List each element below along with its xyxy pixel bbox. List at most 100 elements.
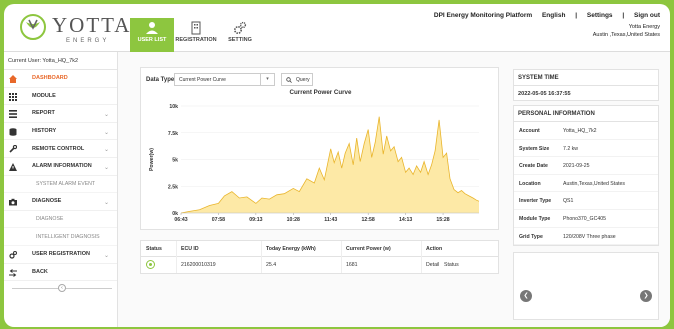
system-time-title: SYSTEM TIME [514, 70, 658, 86]
info-value: 2021-09-25 [563, 163, 590, 170]
top-header: YOTTA ENERGY USER LIST REGISTRATION SETT… [4, 4, 670, 52]
sidebar-item-back[interactable]: BACK [4, 264, 117, 282]
chevron-down-icon[interactable]: ⌄ [104, 146, 109, 153]
x-tick-label: 06:43 [174, 217, 187, 223]
data-type-select[interactable]: Current Power Curve ▾ [174, 73, 275, 86]
sidebar-item-remote-control[interactable]: REMOTE CONTROL ⌄ [4, 140, 117, 158]
sidebar-item-label: DIAGNOSE [32, 198, 62, 205]
nav-setting[interactable]: SETTING [218, 18, 262, 52]
info-value: Yotta_HQ_7k2 [563, 128, 597, 134]
language-link[interactable]: English [542, 12, 565, 19]
sign-out-link[interactable]: Sign out [634, 12, 660, 19]
sidebar-subitem-intelligent-diagnosis[interactable]: INTELLIGENT DIAGNOSIS [4, 228, 117, 246]
col-header-today-energy[interactable]: Today Energy (kWh) [266, 246, 316, 252]
sidebar-item-dashboard[interactable]: DASHBOARD [4, 70, 117, 88]
chevron-down-icon[interactable]: ⌄ [104, 129, 109, 136]
info-row-create-date: Create Date 2021-09-25 [514, 157, 658, 175]
col-header-ecu-id[interactable]: ECU ID [181, 246, 199, 252]
col-header-action[interactable]: Action [426, 246, 442, 252]
status-link[interactable]: Status [444, 262, 459, 268]
gears-icon [233, 21, 247, 35]
list-icon [9, 110, 17, 119]
info-label: Create Date [519, 163, 548, 170]
wrench-icon [9, 145, 17, 153]
logo[interactable]: YOTTA ENERGY [20, 12, 129, 48]
y-tick-label: 7.5k [168, 131, 178, 137]
x-tick-label: 15:28 [436, 217, 449, 223]
yotta-leaf-icon [20, 14, 46, 40]
carousel-next-button[interactable]: ❯ [640, 290, 652, 302]
nav-user-list-label: USER LIST [137, 37, 167, 43]
settings-link[interactable]: Settings [587, 12, 613, 19]
sidebar-item-report[interactable]: REPORT ⌄ [4, 105, 117, 123]
nav-user-list[interactable]: USER LIST [130, 18, 174, 52]
ecu-table: Status ECU ID Today Energy (kWh) Current… [140, 240, 499, 274]
sidebar-item-label: ALARM INFORMATION [32, 163, 92, 170]
sidebar-item-module[interactable]: MODULE [4, 88, 117, 106]
chevron-down-icon: ▾ [260, 74, 274, 85]
personal-info-panel: PERSONAL INFORMATION Account Yotta_HQ_7k2… [513, 105, 659, 246]
x-tick-label: 14:13 [399, 217, 412, 223]
info-row-location: Location Austin,Texas,United States [514, 175, 658, 193]
sidebar-item-label: HISTORY [32, 128, 57, 135]
carousel-prev-button[interactable]: ❮ [520, 290, 532, 302]
chevron-down-icon[interactable]: ⌄ [104, 164, 109, 171]
chevron-down-icon[interactable]: ⌄ [104, 111, 109, 118]
info-label: Location [519, 180, 541, 187]
detail-link[interactable]: Detail [426, 262, 439, 268]
image-carousel: ❮ ❯ [513, 252, 659, 320]
data-type-label: Data Type [146, 77, 175, 83]
col-header-status[interactable]: Status [146, 246, 162, 252]
info-value: 120/208V Three phase [563, 233, 616, 240]
search-icon [286, 77, 292, 83]
logo-subtitle: ENERGY [66, 38, 110, 44]
personal-info-title: PERSONAL INFORMATION [514, 106, 658, 122]
ecu-id-cell: 216200010319 [181, 262, 216, 268]
chart-panel: 0k 2.5k 5k 7.5k 10k Power(w) 06:43 07:58 09:13 10… [140, 67, 499, 230]
col-header-current-power[interactable]: Current Power (w) [346, 246, 391, 252]
app-frame: YOTTA ENERGY USER LIST REGISTRATION SETT… [4, 4, 670, 327]
x-tick-label: 11:43 [324, 217, 337, 223]
separator: | [575, 12, 578, 19]
info-row-inverter-type: Inverter Type QS1 [514, 192, 658, 210]
warning-icon [9, 162, 17, 171]
chevron-down-icon[interactable]: ⌄ [104, 199, 109, 206]
camera-icon [9, 198, 17, 206]
separator: | [622, 12, 625, 19]
x-tick-label: 10:28 [287, 217, 300, 223]
info-label: Account [519, 128, 540, 134]
sidebar: Current User: Yotta_HQ_7k2 DASHBOARD MOD… [4, 52, 118, 327]
sidebar-collapse-button[interactable]: ‹ [58, 284, 66, 292]
system-time-value: 2022-05-05 16:37:55 [518, 91, 571, 97]
sidebar-subitem-diagnose[interactable]: DIAGNOSE [4, 211, 117, 229]
info-row-system-size: System Size 7.2 kw [514, 140, 658, 158]
building-icon [191, 21, 201, 35]
today-energy-cell: 25.4 [266, 262, 277, 268]
y-tick-label: 5k [172, 158, 178, 164]
y-tick-label: 2.5k [168, 184, 178, 190]
sidebar-subitem-system-alarm-event[interactable]: SYSTEM ALARM EVENT [4, 176, 117, 194]
system-time-panel: SYSTEM TIME 2022-05-05 16:37:55 [513, 69, 659, 101]
info-label: Grid Type [519, 233, 543, 240]
info-label: System Size [519, 145, 550, 152]
table-header-row: Status ECU ID Today Energy (kWh) Current… [141, 241, 498, 257]
table-row: 216200010319 25.4 1681 Detail Status [141, 257, 498, 273]
info-value: 7.2 kw [563, 145, 578, 152]
sidebar-item-alarm-information[interactable]: ALARM INFORMATION ⌄ [4, 158, 117, 176]
sidebar-item-label: BACK [32, 268, 48, 275]
query-button[interactable]: Query [281, 73, 313, 86]
sidebar-item-label: USER REGISTRATION [32, 251, 90, 258]
sidebar-item-label: DASHBOARD [32, 75, 68, 82]
nav-registration[interactable]: REGISTRATION [174, 18, 218, 52]
chart-title: Current Power Curve [289, 89, 352, 96]
status-online-icon [146, 260, 155, 269]
nav-registration-label: REGISTRATION [175, 37, 217, 43]
sidebar-item-history[interactable]: HISTORY ⌄ [4, 123, 117, 141]
nav-setting-label: SETTING [228, 37, 252, 43]
x-tick-label: 09:13 [249, 217, 262, 223]
sidebar-item-diagnose[interactable]: DIAGNOSE ⌄ [4, 193, 117, 211]
chevron-down-icon[interactable]: ⌄ [104, 252, 109, 259]
sidebar-item-label: MODULE [32, 92, 56, 99]
chevron-right-icon: ❯ [643, 293, 649, 299]
sidebar-item-user-registration[interactable]: USER REGISTRATION ⌄ [4, 246, 117, 264]
